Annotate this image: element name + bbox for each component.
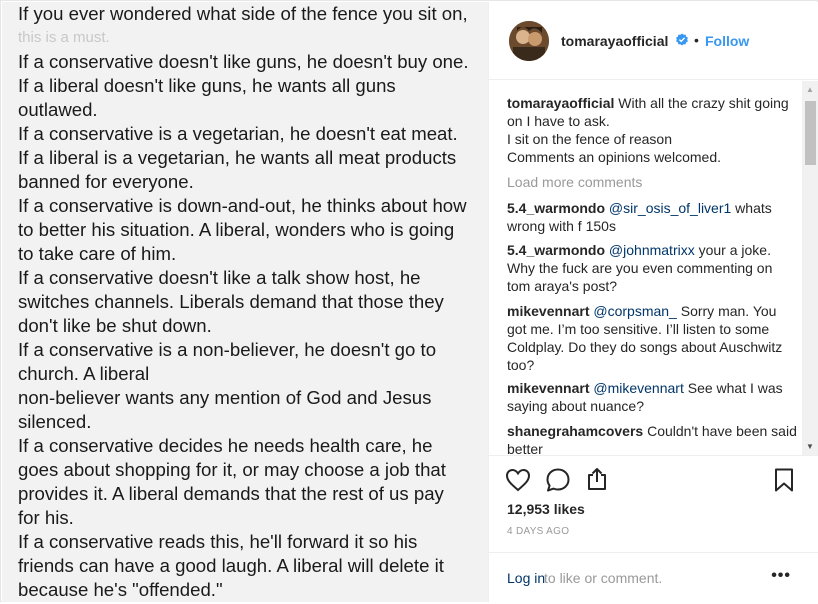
- bookmark-icon[interactable]: [771, 467, 797, 493]
- post-image-text-line: non-believer wants any mention of God an…: [18, 387, 432, 408]
- comments-scrollbar[interactable]: ▲ ▼: [802, 81, 818, 455]
- post-image-text-line: If a conservative reads this, he'll forw…: [18, 531, 418, 552]
- post-image-text-line: this is a must.: [18, 29, 110, 46]
- comment-username[interactable]: 5.4_warmondo: [507, 242, 605, 258]
- scroll-up-arrow-icon[interactable]: ▲: [806, 85, 814, 94]
- post-image-text-line: If a conservative doesn't like guns, he …: [18, 51, 469, 72]
- comment-item: 5.4_warmondo @johnmatrixx your a joke. W…: [507, 241, 797, 295]
- avatar[interactable]: [509, 21, 549, 61]
- comment-username[interactable]: 5.4_warmondo: [507, 200, 605, 216]
- follow-button[interactable]: Follow: [705, 33, 749, 49]
- post-image-text-line: to better his situation. A liberal, wond…: [18, 219, 455, 240]
- post-image-text-line: for his.: [18, 507, 74, 528]
- login-link[interactable]: Log in: [507, 570, 545, 586]
- post-image-text-line: If you ever wondered what side of the fe…: [18, 3, 468, 24]
- login-prompt-text: to like or comment.: [544, 570, 663, 586]
- post-header: tomarayaofficial • Follow: [489, 2, 818, 80]
- heart-icon[interactable]: [505, 467, 531, 493]
- post-image-text-line: church. A liberal: [18, 363, 150, 384]
- caption-username[interactable]: tomarayaofficial: [507, 95, 614, 111]
- comment-username[interactable]: mikevennart: [507, 303, 589, 319]
- comment-item: 5.4_warmondo @sir_osis_of_liver1 whats w…: [507, 199, 797, 235]
- separator-dot: •: [694, 32, 699, 48]
- scroll-down-arrow-icon[interactable]: ▼: [806, 442, 814, 451]
- post-image-text-line: provides it. A liberal demands that the …: [18, 483, 444, 504]
- comment-username[interactable]: shanegrahamcovers: [507, 423, 643, 439]
- post-image-text-line: to take care of him.: [18, 243, 177, 264]
- post-image-text: If you ever wondered what side of the fe…: [18, 2, 488, 602]
- comment-item: mikevennart @corpsman_ Sorry man. You go…: [507, 302, 797, 374]
- post-image-text-line: switches channels. Liberals demand that …: [18, 291, 444, 312]
- post-image-text-line: goes about shopping for it, or may choos…: [18, 459, 446, 480]
- post-image-text-line: outlawed.: [18, 99, 98, 120]
- more-options-button[interactable]: •••: [771, 567, 791, 585]
- caption-line-2: I sit on the fence of reason: [507, 131, 672, 147]
- caption-line-3: Comments an opinions welcomed.: [507, 149, 721, 165]
- post-image-text-line: If a conservative decides he needs healt…: [18, 435, 433, 456]
- verified-badge-icon: [676, 33, 688, 46]
- post-image-text-line: don't like be shut down.: [18, 315, 212, 336]
- login-prompt: Log in to like or comment. •••: [489, 552, 818, 604]
- comment-mention[interactable]: @mikevennart: [593, 380, 683, 396]
- scrollbar-thumb[interactable]: [805, 101, 816, 165]
- post-image-text-line: friends can have a good laugh. A liberal…: [18, 555, 444, 576]
- share-icon[interactable]: [584, 466, 610, 492]
- post-image-text-line: because he's "offended.": [18, 579, 223, 600]
- comment-item: shanegrahamcovers Couldn't have been sai…: [507, 422, 797, 455]
- caption: tomarayaofficial With all the crazy shit…: [507, 94, 797, 166]
- post-image-text-line: If a liberal is a vegetarian, he wants a…: [18, 147, 457, 168]
- post-date[interactable]: 4 DAYS AGO: [507, 526, 569, 537]
- post-actions: 12,953 likes 4 DAYS AGO Log in to like o…: [489, 455, 818, 604]
- comment-username[interactable]: mikevennart: [507, 380, 589, 396]
- load-more-comments-button[interactable]: Load more comments: [507, 174, 642, 190]
- comments-section: tomarayaofficial With all the crazy shit…: [489, 81, 818, 455]
- comment-mention[interactable]: @johnmatrixx: [609, 242, 695, 258]
- post-image[interactable]: If you ever wondered what side of the fe…: [2, 2, 488, 602]
- comment-icon[interactable]: [545, 467, 571, 493]
- post-image-text-line: If a liberal doesn't like guns, he wants…: [18, 75, 396, 96]
- post-side-panel: tomarayaofficial • Follow tomarayaoffici…: [488, 2, 818, 602]
- post-image-text-line: banned for everyone.: [18, 171, 194, 192]
- instagram-post-frame: If you ever wondered what side of the fe…: [0, 0, 818, 602]
- post-image-text-line: If a conservative is a vegetarian, he do…: [18, 123, 458, 144]
- post-author-username[interactable]: tomarayaofficial: [561, 33, 668, 49]
- avatar-photo: [509, 21, 549, 61]
- comment-mention[interactable]: @sir_osis_of_liver1: [609, 200, 731, 216]
- likes-count[interactable]: 12,953 likes: [507, 501, 585, 517]
- comment-item: mikevennart @mikevennart See what I was …: [507, 379, 797, 415]
- post-image-text-line: If a conservative is down-and-out, he th…: [18, 195, 467, 216]
- post-image-text-line: If a conservative is a non-believer, he …: [18, 339, 437, 360]
- post-image-text-line: If a conservative doesn't like a talk sh…: [18, 267, 421, 288]
- post-image-text-line: silenced.: [18, 411, 92, 432]
- comment-mention[interactable]: @corpsman_: [593, 303, 676, 319]
